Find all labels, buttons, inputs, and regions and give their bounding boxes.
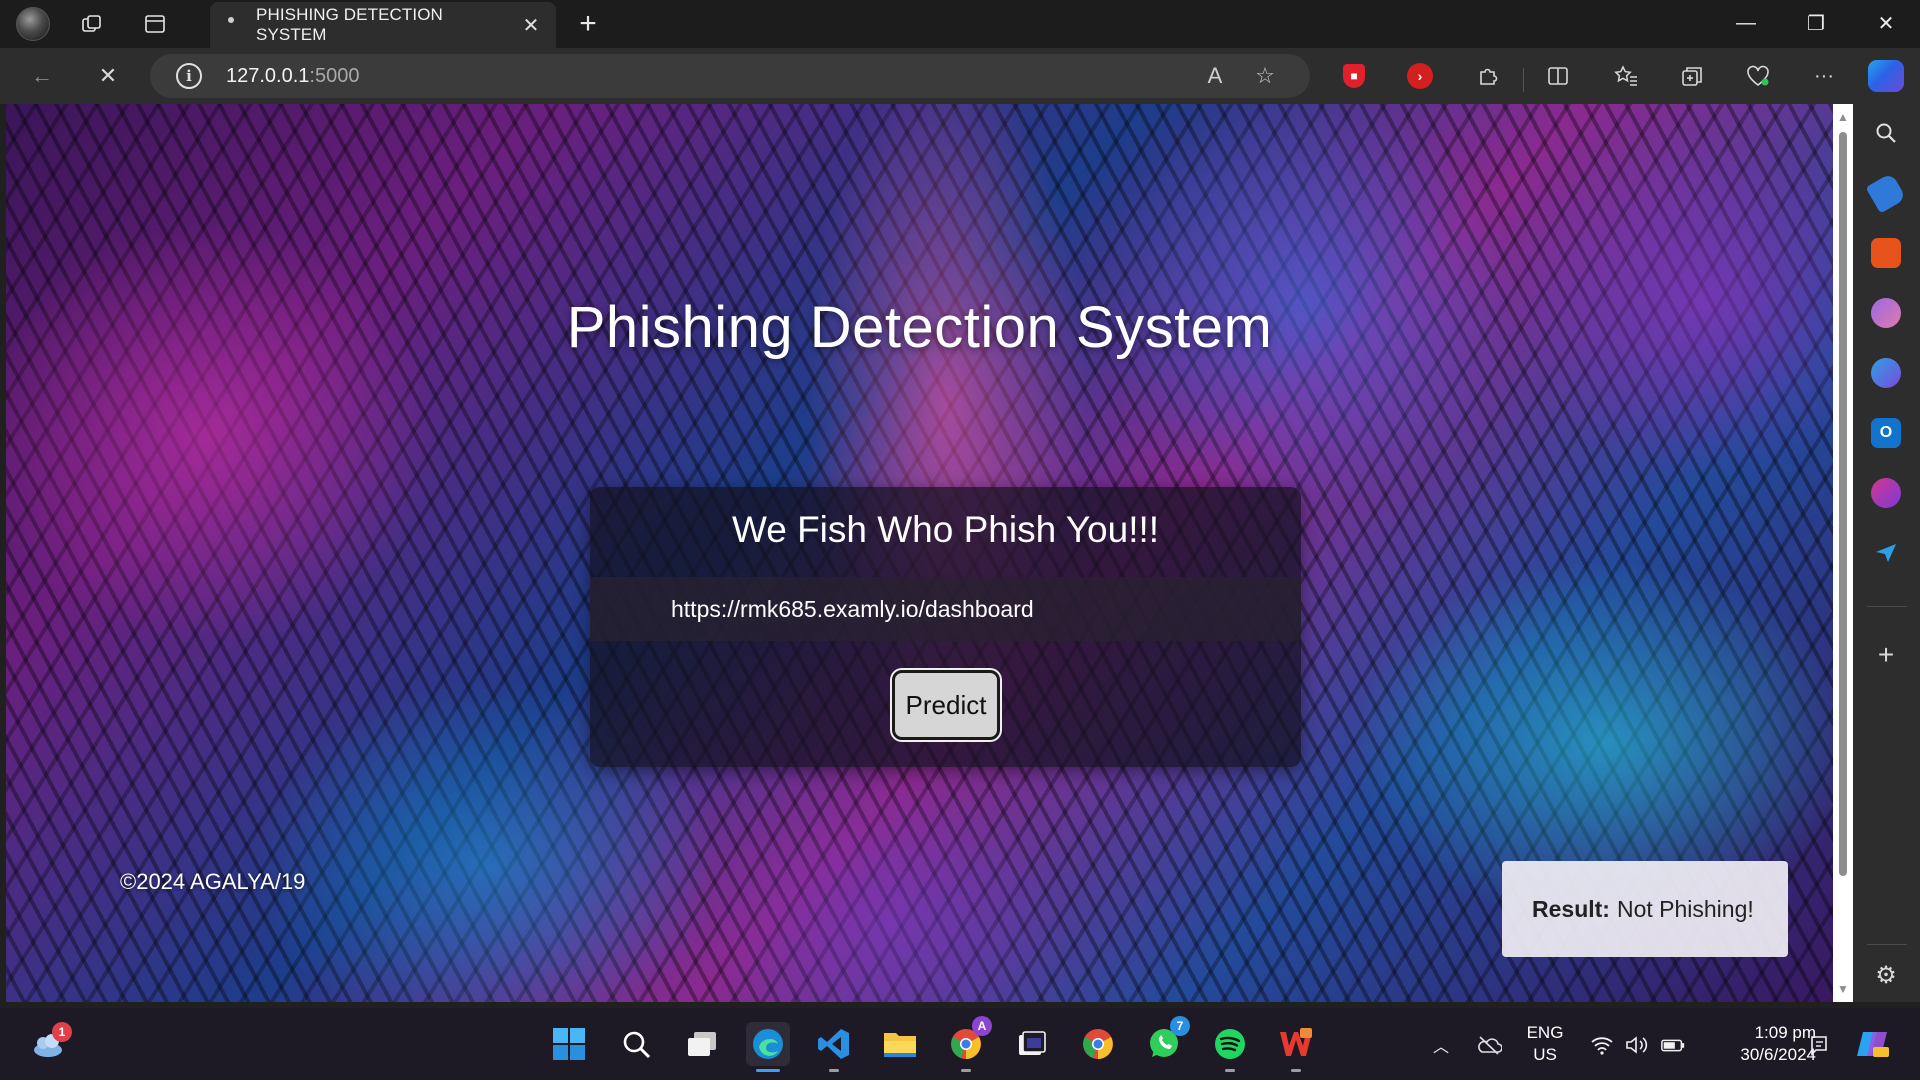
notification-center-icon[interactable] xyxy=(1806,1032,1832,1058)
url-input[interactable] xyxy=(590,577,1301,641)
sidebar-shopping-icon[interactable] xyxy=(1865,172,1907,214)
language-primary: ENG xyxy=(1526,1023,1564,1042)
widgets-icon[interactable]: 1 xyxy=(26,1022,72,1066)
restore-button[interactable]: ❐ xyxy=(1782,0,1850,46)
copilot-icon[interactable] xyxy=(1868,60,1904,92)
file-explorer-icon[interactable] xyxy=(878,1022,922,1066)
tab-actions-icon[interactable] xyxy=(137,6,173,42)
clock[interactable]: 1:09 pm 30/6/2024 xyxy=(1700,1022,1816,1066)
sidebar-tools-icon[interactable] xyxy=(1871,238,1901,268)
page-title: Phishing Detection System xyxy=(566,295,1273,360)
page-scrollbar[interactable]: ▲ ▼ xyxy=(1833,104,1853,1002)
minimize-button[interactable]: — xyxy=(1712,0,1780,46)
sidebar-add-icon[interactable]: + xyxy=(1871,639,1901,670)
tray-overflow-chevron-icon[interactable]: ︿ xyxy=(1428,1032,1454,1058)
predict-button[interactable]: Predict xyxy=(892,670,1000,740)
sidebar-divider-bottom xyxy=(1867,944,1907,945)
chrome-profile-a-icon[interactable]: A xyxy=(944,1016,992,1072)
tab-active[interactable]: PHISHING DETECTION SYSTEM ✕ xyxy=(210,2,556,48)
settings-more-button[interactable]: ··· xyxy=(1806,58,1842,94)
tab-title: PHISHING DETECTION SYSTEM xyxy=(256,5,443,44)
vscode-icon[interactable] xyxy=(812,1022,856,1072)
scroll-up-icon[interactable]: ▲ xyxy=(1836,110,1850,124)
onedrive-icon[interactable] xyxy=(1476,1032,1502,1058)
language-indicator[interactable]: ENG US xyxy=(1522,1022,1568,1066)
toolbar-divider xyxy=(1523,68,1524,92)
scroll-down-icon[interactable]: ▼ xyxy=(1836,982,1850,996)
address-url[interactable]: 127.0.0.1:5000 xyxy=(226,65,1198,88)
start-windows-icon[interactable] xyxy=(547,1022,591,1066)
whatsapp-icon[interactable]: 7 xyxy=(1142,1016,1190,1066)
tab-loading-icon xyxy=(228,17,234,23)
edge-active-indicator xyxy=(756,1069,780,1072)
tab-close-icon[interactable]: ✕ xyxy=(516,10,546,40)
scroll-thumb[interactable] xyxy=(1839,132,1847,876)
sidebar-send-icon[interactable] xyxy=(1871,538,1901,568)
wps-office-icon[interactable] xyxy=(1274,1022,1318,1072)
sidebar-divider xyxy=(1867,606,1907,607)
tab-strip: PHISHING DETECTION SYSTEM ✕ + — ❐ ✕ xyxy=(0,0,1920,48)
sidebar-copilot-icon[interactable] xyxy=(1871,358,1901,388)
profile-avatar[interactable] xyxy=(16,7,50,41)
windows-taskbar: 1 A 7 ︿ ENG US 1:09 pm 30/6/2024 xyxy=(0,1008,1920,1080)
wps-indicator xyxy=(1291,1069,1301,1072)
search-icon[interactable] xyxy=(614,1022,658,1066)
red-extension-icon[interactable]: › xyxy=(1402,58,1438,94)
extensions-puzzle-icon[interactable] xyxy=(1470,58,1506,94)
browser-essentials-icon[interactable] xyxy=(1740,58,1776,94)
clock-date: 30/6/2024 xyxy=(1740,1045,1816,1064)
back-button[interactable]: ← xyxy=(24,58,60,94)
widgets-badge: 1 xyxy=(52,1022,72,1042)
task-view-icon[interactable] xyxy=(680,1022,724,1066)
favorites-icon[interactable] xyxy=(1608,58,1644,94)
new-tab-button[interactable]: + xyxy=(570,6,606,42)
sidebar-designer-icon[interactable] xyxy=(1871,478,1901,508)
url-port: :5000 xyxy=(309,64,360,87)
split-screen-icon[interactable] xyxy=(1540,58,1576,94)
collections-icon[interactable] xyxy=(1674,58,1710,94)
page-viewport: Phishing Detection System We Fish Who Ph… xyxy=(6,104,1833,1002)
browser-toolbar: ← ✕ i 127.0.0.1:5000 A ☆ ■ › ··· xyxy=(0,48,1920,104)
clock-time: 1:09 pm xyxy=(1754,1023,1816,1042)
workspaces-icon[interactable] xyxy=(74,6,110,42)
sidebar-settings-icon[interactable]: ⚙ xyxy=(1871,960,1901,990)
vscode-indicator xyxy=(829,1069,839,1072)
stop-loading-button[interactable]: ✕ xyxy=(90,58,126,94)
site-info-icon[interactable]: i xyxy=(176,63,202,89)
footer-copyright: ©2024 AGALYA/19 xyxy=(120,869,306,894)
chrome-profile-badge: A xyxy=(972,1016,992,1036)
battery-icon[interactable] xyxy=(1660,1032,1686,1058)
prediction-card: We Fish Who Phish You!!! Predict xyxy=(590,487,1301,767)
close-window-button[interactable]: ✕ xyxy=(1852,0,1920,46)
files-app-icon[interactable] xyxy=(1010,1022,1054,1066)
chrome-icon[interactable] xyxy=(1076,1022,1120,1066)
spotify-icon[interactable] xyxy=(1208,1022,1252,1072)
whatsapp-badge: 7 xyxy=(1170,1016,1190,1036)
sidebar-outlook-icon[interactable]: O xyxy=(1871,418,1901,448)
volume-icon[interactable] xyxy=(1624,1032,1650,1058)
result-box: Result: Not Phishing! xyxy=(1502,861,1788,957)
wifi-icon[interactable] xyxy=(1589,1032,1615,1058)
result-value: Not Phishing! xyxy=(1616,895,1754,922)
sidebar-search-icon[interactable] xyxy=(1871,118,1901,148)
read-aloud-icon[interactable]: A xyxy=(1198,59,1232,93)
copilot-taskbar-icon[interactable] xyxy=(1852,1022,1892,1066)
spotify-indicator xyxy=(1225,1069,1235,1072)
ublock-extension-icon[interactable]: ■ xyxy=(1336,58,1372,94)
url-host: 127.0.0.1 xyxy=(226,64,310,87)
result-label: Result: xyxy=(1532,895,1610,922)
address-bar[interactable]: i 127.0.0.1:5000 A ☆ xyxy=(150,54,1310,98)
chrome-indicator xyxy=(961,1069,971,1072)
favorite-star-icon[interactable]: ☆ xyxy=(1248,59,1282,93)
edge-sidebar: O + ⚙ xyxy=(1853,104,1920,1002)
language-secondary: US xyxy=(1533,1045,1557,1064)
sidebar-games-icon[interactable] xyxy=(1871,298,1901,328)
taskbar-edge-icon[interactable] xyxy=(746,1022,790,1072)
card-heading: We Fish Who Phish You!!! xyxy=(731,509,1160,550)
